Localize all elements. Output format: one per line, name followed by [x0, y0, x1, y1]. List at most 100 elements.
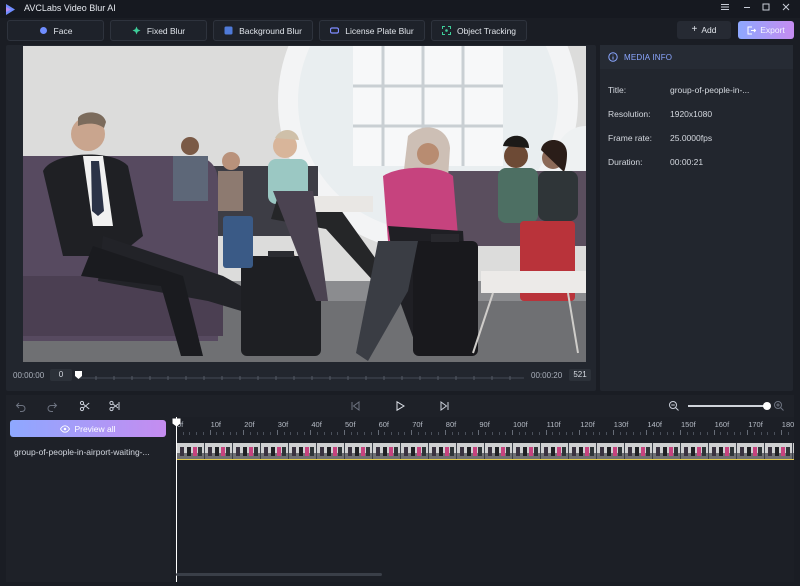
- ruler-minor-tick: [491, 432, 493, 435]
- zoom-in-icon[interactable]: [773, 400, 785, 412]
- ruler-minor-tick: [458, 432, 460, 435]
- ruler-minor-tick: [182, 432, 184, 435]
- ruler-label: 170f: [748, 420, 763, 429]
- export-button-label: Export: [760, 25, 785, 35]
- clip-thumbnail: [569, 443, 596, 459]
- preview-panel: 00:00:00 0 00:00:20 521: [6, 45, 596, 391]
- undo-icon[interactable]: [15, 400, 27, 412]
- ruler-minor-tick: [364, 432, 366, 435]
- title-value: group-of-people-in-...: [670, 85, 750, 95]
- play-icon[interactable]: [394, 400, 406, 412]
- background-blur-tool-button[interactable]: Background Blur: [213, 20, 313, 41]
- clip-thumbnail: [793, 443, 794, 459]
- zoom-slider-handle[interactable]: [763, 402, 771, 410]
- ruler-tick: [713, 430, 715, 435]
- ruler-minor-tick: [532, 432, 534, 435]
- license-plate-blur-tool-label: License Plate Blur: [345, 25, 414, 36]
- ruler-minor-tick: [740, 432, 742, 435]
- zoom-out-icon[interactable]: [668, 400, 680, 412]
- timeline-scrollbar[interactable]: [176, 573, 382, 576]
- ruler-label: 40f: [311, 420, 322, 429]
- clip-thumbnail: [205, 443, 232, 459]
- split-icon[interactable]: [79, 400, 91, 412]
- ruler-minor-tick: [693, 432, 695, 435]
- clip-name[interactable]: group-of-people-in-airport-waiting-...: [14, 447, 150, 457]
- timeline-controls: [6, 395, 794, 417]
- zoom-slider-track[interactable]: [688, 405, 766, 407]
- ruler-minor-tick: [686, 432, 688, 435]
- ruler-minor-tick: [391, 432, 393, 435]
- title-label: Title:: [608, 85, 627, 95]
- clip-thumbnail: [317, 443, 344, 459]
- ruler-minor-tick: [606, 432, 608, 435]
- next-frame-icon[interactable]: [439, 400, 451, 412]
- video-frame[interactable]: [23, 46, 586, 362]
- ruler-minor-tick: [350, 432, 352, 435]
- clip-thumbnail: [177, 443, 204, 459]
- plus-icon: +: [691, 24, 698, 35]
- preview-all-button[interactable]: Preview all: [10, 420, 166, 437]
- redo-icon[interactable]: [46, 400, 58, 412]
- ruler-label: 50f: [345, 420, 356, 429]
- ruler-tick: [545, 430, 547, 435]
- object-tracking-tool-button[interactable]: Object Tracking: [431, 20, 527, 41]
- export-icon: [747, 26, 757, 34]
- ruler-tick: [747, 430, 749, 435]
- ruler-minor-tick: [283, 432, 285, 435]
- scrubber-row: 00:00:00 0 00:00:20 521: [6, 367, 596, 387]
- ruler-minor-tick: [653, 432, 655, 435]
- ruler-label: 130f: [613, 420, 629, 429]
- ruler-minor-tick: [753, 432, 755, 435]
- ruler-minor-tick: [572, 432, 574, 435]
- close-icon[interactable]: [778, 2, 794, 16]
- ruler-minor-tick: [417, 432, 419, 435]
- export-button[interactable]: Export: [738, 21, 794, 39]
- clip-thumbnail: [709, 443, 736, 459]
- ruler-minor-tick: [256, 432, 258, 435]
- ruler-tick: [310, 430, 312, 435]
- license-plate-icon: [330, 27, 340, 34]
- playhead-handle[interactable]: [172, 418, 181, 427]
- license-plate-blur-tool-button[interactable]: License Plate Blur: [319, 20, 425, 41]
- cut-icon[interactable]: [109, 400, 121, 412]
- scrubber-track[interactable]: [6, 367, 596, 387]
- face-tool-button[interactable]: Face: [7, 20, 104, 41]
- add-button[interactable]: + Add: [677, 21, 731, 39]
- ruler-minor-tick: [290, 432, 292, 435]
- ruler-minor-tick: [518, 432, 520, 435]
- menu-icon[interactable]: [717, 2, 733, 16]
- clip-thumbnail: [233, 443, 260, 459]
- fixed-blur-tool-button[interactable]: Fixed Blur: [110, 20, 207, 41]
- background-blur-tool-label: Background Blur: [239, 25, 302, 36]
- ruler-label: 80f: [445, 420, 457, 429]
- timeline-track-list: Preview all group-of-people-in-airport-w…: [6, 417, 171, 582]
- previous-frame-icon[interactable]: [349, 400, 361, 412]
- minimize-icon[interactable]: [739, 2, 755, 16]
- clip-thumbnail: [401, 443, 428, 459]
- clip-thumbnail: [261, 443, 288, 459]
- ruler-minor-tick: [384, 432, 386, 435]
- ruler-minor-tick: [323, 432, 325, 435]
- preview-all-label: Preview all: [74, 423, 116, 434]
- add-button-label: Add: [701, 25, 717, 35]
- ruler-label: 100f: [513, 420, 528, 429]
- clip-thumbnail-strip[interactable]: [177, 443, 794, 459]
- resolution-value: 1920x1080: [670, 109, 713, 119]
- background-blur-icon: [224, 26, 233, 35]
- ruler-minor-tick: [431, 432, 433, 435]
- resolution-label: Resolution:: [608, 109, 651, 119]
- ruler-tick: [512, 430, 513, 435]
- timeline-area[interactable]: 0f 10f 20f 30f 40f 50f 60f 70f 80f 90f 100f 110f 120…: [171, 417, 794, 582]
- ruler-minor-tick: [229, 432, 231, 435]
- ruler-minor-tick: [236, 432, 238, 435]
- ruler-minor-tick: [559, 432, 561, 435]
- title-bar: AVCLabs Video Blur AI: [0, 0, 800, 18]
- ruler-minor-tick: [223, 432, 225, 435]
- ruler-label: 30f: [277, 420, 289, 429]
- ruler-minor-tick: [216, 432, 218, 435]
- ruler-minor-tick: [599, 432, 601, 435]
- ruler-minor-tick: [438, 432, 440, 435]
- playhead[interactable]: [176, 417, 177, 582]
- maximize-icon[interactable]: [758, 2, 774, 16]
- frame-rate-label: Frame rate:: [608, 133, 652, 143]
